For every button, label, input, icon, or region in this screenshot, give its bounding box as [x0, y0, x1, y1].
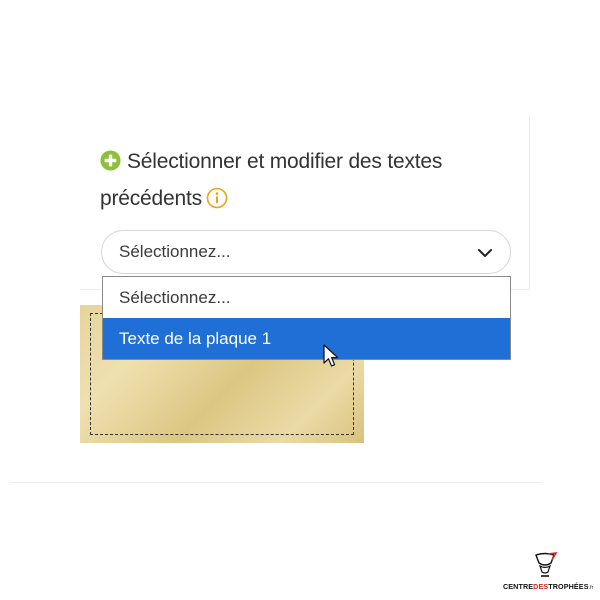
brand-logo: CENTREDESTROPHÉES.fr	[500, 552, 600, 596]
dropdown-option-placeholder[interactable]: Sélectionnez...	[103, 277, 510, 318]
page: Sélectionner et modifier des textes préc…	[0, 0, 600, 600]
brand-logo-text: CENTREDESTROPHÉES.fr	[503, 582, 594, 591]
section-title: Sélectionner et modifier des textes préc…	[100, 150, 443, 210]
trophy-logo-icon	[535, 552, 558, 577]
select-dropdown-list: Sélectionnez... Texte de la plaque 1	[102, 276, 511, 360]
divider	[10, 482, 542, 483]
chevron-down-icon	[478, 249, 492, 257]
plus-circle-icon[interactable]	[100, 150, 121, 171]
select-value: Sélectionnez...	[119, 242, 231, 261]
dropdown-option-plaque-1[interactable]: Texte de la plaque 1	[103, 318, 510, 359]
info-icon[interactable]	[206, 187, 228, 209]
section-heading: Sélectionner et modifier des textes préc…	[100, 143, 520, 217]
previous-texts-select[interactable]: Sélectionnez...	[101, 230, 511, 274]
mouse-cursor-icon	[323, 344, 339, 367]
